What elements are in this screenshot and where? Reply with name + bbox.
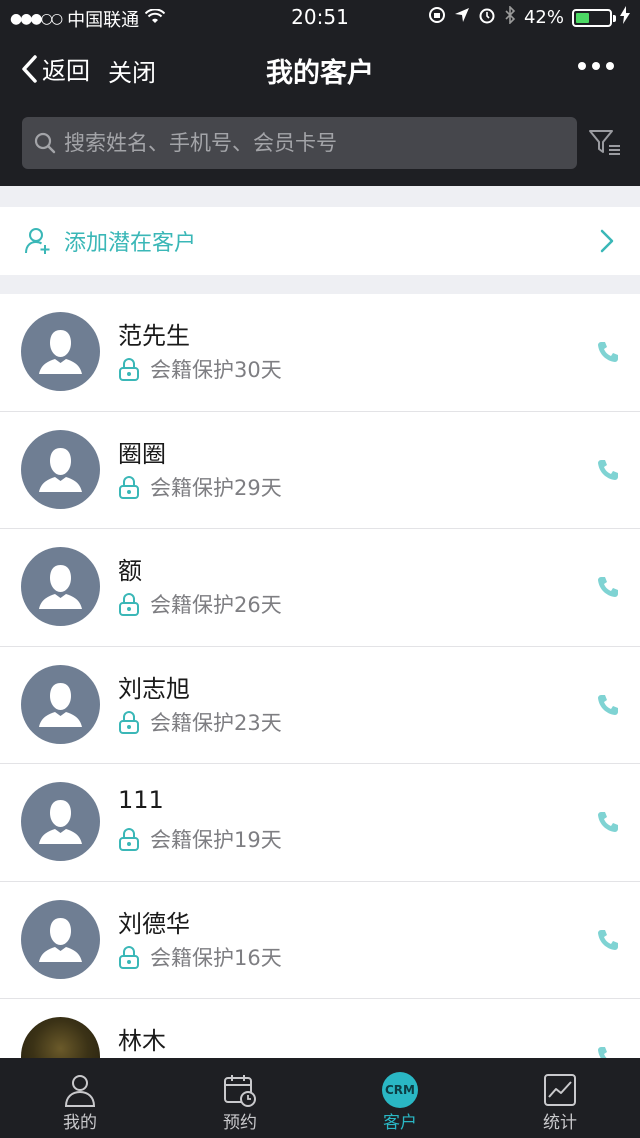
calendar-clock-icon (224, 1075, 256, 1107)
orientation-lock-icon (428, 6, 446, 29)
more-dot-icon (606, 62, 614, 70)
avatar-photo (21, 1017, 100, 1058)
lock-icon (119, 593, 139, 616)
membership-status-text: 会籍保护30天 (150, 358, 282, 382)
tab-statistics[interactable]: 统计 (480, 1058, 640, 1138)
search-input[interactable] (64, 131, 554, 155)
screen: ●●●○○ 中国联通 20:51 42% 返回 关闭 我的客户 搜索姓名、手机号… (0, 0, 640, 1138)
default-avatar-icon (39, 565, 82, 609)
customer-name: 林木 (118, 1027, 166, 1055)
membership-status: 会籍保护16天 (118, 942, 282, 972)
membership-status-text: 会籍保护23天 (150, 710, 282, 735)
chevron-right-icon (600, 229, 614, 253)
default-avatar-icon (39, 330, 82, 374)
close-button[interactable]: 关闭 (108, 53, 156, 88)
page-title: 我的客户 (266, 58, 374, 89)
search-box[interactable] (22, 117, 577, 169)
tab-label: 客户 (383, 1113, 417, 1133)
membership-status-text: 会籍保护26天 (150, 593, 282, 617)
avatar (21, 664, 100, 744)
customer-row[interactable]: 圈圈 会籍保护29天 (0, 411, 640, 529)
customer-name: 111 (118, 786, 164, 814)
avatar (21, 547, 100, 626)
more-dot-icon (578, 62, 586, 70)
membership-status: 会籍保护30天 (118, 354, 282, 384)
customer-name: 额 (118, 557, 142, 585)
membership-status: 会籍保护29天 (118, 472, 282, 502)
add-potential-customer-button[interactable]: 添加潜在客户 (0, 207, 640, 275)
customer-row[interactable]: 林木 (0, 999, 640, 1058)
back-button[interactable]: 返回 (20, 51, 90, 86)
customer-name: 圈圈 (118, 439, 166, 468)
lock-icon (119, 710, 139, 734)
chart-icon (544, 1074, 576, 1106)
customer-row[interactable]: 范先生 会籍保护30天 (0, 294, 640, 412)
add-user-icon (25, 228, 50, 254)
membership-status-text: 会籍保护29天 (150, 475, 282, 500)
customer-row[interactable]: 刘德华 会籍保护16天 (0, 881, 640, 999)
customer-row[interactable]: 111 会籍保护19天 (0, 764, 640, 882)
search-bar (0, 100, 640, 186)
add-potential-customer-label: 添加潜在客户 (64, 231, 197, 256)
tab-customers[interactable]: CRM 客户 (320, 1058, 480, 1138)
charging-icon (620, 6, 630, 29)
membership-status: 会籍保护19天 (118, 824, 282, 854)
tab-appointments[interactable]: 预约 (160, 1058, 320, 1138)
membership-status-text: 会籍保护19天 (150, 828, 282, 852)
customer-list: 范先生 会籍保护30天 圈圈 会籍保护29天 额 会籍保护26天 刘志旭 会籍保… (0, 294, 640, 1058)
default-avatar-icon (39, 447, 82, 492)
tab-label: 预约 (223, 1113, 257, 1133)
filter-icon[interactable] (588, 128, 622, 158)
default-avatar-icon (39, 800, 82, 844)
lock-icon (119, 945, 139, 969)
customer-row[interactable]: 刘志旭 会籍保护23天 (0, 646, 640, 764)
back-label: 返回 (42, 57, 90, 85)
tab-label: 统计 (543, 1113, 577, 1133)
battery-percent: 42% (523, 7, 564, 28)
phone-icon[interactable] (596, 928, 620, 952)
phone-icon[interactable] (596, 458, 620, 482)
avatar (21, 899, 100, 979)
phone-icon[interactable] (596, 575, 620, 599)
alarm-icon (478, 6, 496, 29)
crm-icon: CRM (382, 1072, 418, 1108)
chevron-left-icon (22, 54, 37, 83)
membership-status: 会籍保护26天 (118, 589, 282, 619)
lock-icon (119, 475, 139, 499)
default-avatar-icon (39, 682, 82, 727)
avatar (21, 429, 100, 509)
phone-icon[interactable] (596, 810, 620, 834)
person-icon (64, 1075, 96, 1107)
customer-row[interactable]: 额 会籍保护26天 (0, 529, 640, 647)
customer-name: 刘德华 (118, 909, 190, 938)
more-menu-button[interactable] (578, 54, 614, 78)
search-icon (34, 132, 56, 154)
lock-icon (119, 358, 139, 381)
status-bar: ●●●○○ 中国联通 20:51 42% (0, 0, 640, 36)
phone-icon[interactable] (596, 693, 620, 717)
tab-label: 我的 (63, 1113, 97, 1133)
battery-icon (572, 8, 616, 27)
location-icon (454, 7, 470, 28)
tab-mine[interactable]: 我的 (0, 1058, 160, 1138)
avatar (21, 782, 100, 861)
membership-status-text: 会籍保护16天 (150, 945, 282, 970)
more-dot-icon (592, 62, 600, 70)
avatar (21, 312, 100, 391)
tab-bar: 我的 预约 CRM 客户 统计 (0, 1058, 640, 1138)
membership-status: 会籍保护23天 (118, 707, 282, 737)
phone-icon[interactable] (596, 1045, 620, 1058)
bluetooth-icon (504, 5, 516, 29)
phone-icon[interactable] (596, 340, 620, 364)
nav-bar: 返回 关闭 我的客户 (0, 36, 640, 100)
lock-icon (119, 828, 139, 851)
customer-name: 范先生 (118, 322, 190, 350)
default-avatar-icon (39, 917, 82, 962)
customer-name: 刘志旭 (118, 674, 190, 703)
